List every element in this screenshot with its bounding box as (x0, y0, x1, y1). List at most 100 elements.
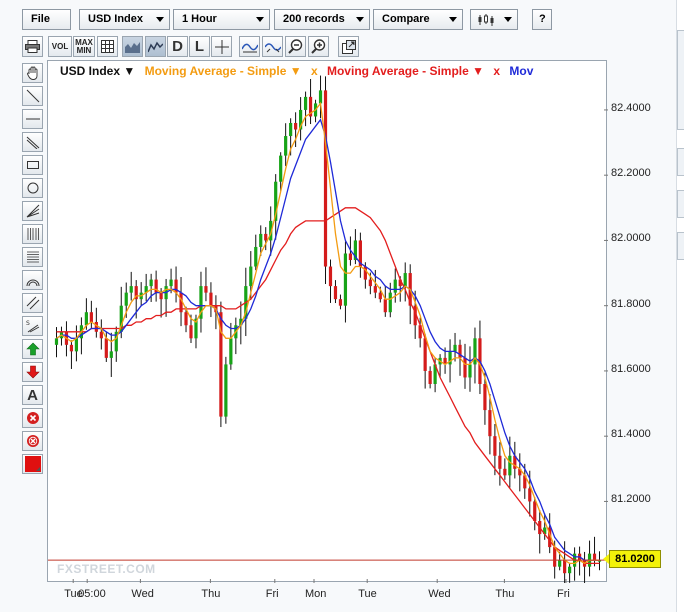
candle-down (69, 344, 74, 352)
x-tick-label: 05:00 (78, 588, 106, 600)
candle-up (393, 279, 397, 293)
legend-ma-slow[interactable]: Moving Average - Simple ▼ (327, 64, 484, 78)
fxstreet-watermark: FXSTREET.COM (57, 562, 156, 576)
crosshair-icon (214, 39, 229, 54)
mountain-chart-toggle[interactable] (145, 36, 166, 57)
ray-line-icon (26, 136, 39, 149)
horizontal-line-tool[interactable] (22, 109, 43, 129)
sell-arrow-tool[interactable] (22, 362, 43, 382)
symbol-dropdown[interactable]: USD Index (79, 9, 170, 30)
side-panel-tab[interactable] (677, 148, 684, 176)
candle-down (338, 299, 343, 306)
zoom-in-button[interactable] (308, 36, 329, 57)
printer-icon (25, 40, 40, 53)
candle-down (592, 553, 597, 561)
zoom-range-button[interactable] (262, 36, 283, 57)
y-tick-label: 82.2000 (611, 167, 651, 180)
daily-toggle[interactable]: D (167, 36, 188, 57)
trendline-tool[interactable] (22, 86, 43, 106)
ray-tool[interactable] (22, 132, 43, 152)
buy-arrow-tool[interactable] (22, 339, 43, 359)
sr-lines-icon: S (26, 320, 39, 333)
chart-type-dropdown[interactable] (470, 9, 518, 30)
fibonacci-time-tool[interactable] (22, 224, 43, 244)
chevron-down-icon (504, 17, 512, 22)
volume-toggle[interactable]: VOL (48, 36, 72, 57)
area-chart-toggle[interactable] (122, 36, 143, 57)
support-resistance-tool[interactable]: S (22, 316, 43, 336)
hand-icon (26, 66, 37, 80)
candle-up (343, 253, 348, 306)
fibonacci-retracement-tool[interactable] (22, 247, 43, 267)
legend-symbol[interactable]: USD Index ▼ (60, 64, 135, 78)
grid-toggle[interactable] (97, 36, 118, 57)
maxmin-toggle[interactable]: MAX MIN (73, 36, 95, 57)
candle-up (169, 279, 173, 287)
fan-lines-icon (26, 204, 39, 218)
candle-up (468, 364, 472, 378)
help-button[interactable]: ? (532, 9, 552, 30)
ma-mid-line (56, 118, 600, 561)
side-panel-tab[interactable] (677, 30, 684, 130)
delete-selected-tool[interactable] (22, 408, 43, 428)
fan-tool[interactable] (22, 201, 43, 221)
y-tick-label: 81.2000 (611, 493, 651, 506)
crosshair-toggle[interactable] (211, 36, 232, 57)
candle-down (104, 338, 108, 358)
log-toggle-label: L (194, 38, 205, 55)
zoom-in-icon (311, 39, 326, 54)
right-side-panel (676, 0, 684, 612)
daily-toggle-label: D (172, 38, 183, 55)
print-button[interactable] (22, 36, 43, 57)
x-tick-label: Thu (201, 588, 221, 600)
pan-tool[interactable] (22, 63, 43, 83)
candle-down (498, 455, 502, 469)
help-button-label: ? (539, 13, 546, 25)
arrow-up-icon (25, 342, 40, 356)
candle-down (533, 501, 537, 522)
legend-ma-fast[interactable]: Moving Average - Simple ▼ (145, 64, 302, 78)
candle-down (184, 312, 188, 326)
arc-tool[interactable] (22, 270, 43, 290)
legend-ma-mid[interactable]: Mov (509, 64, 533, 78)
candle-down (89, 312, 93, 322)
records-dropdown[interactable]: 200 records (274, 9, 370, 30)
legend-ma-fast-remove[interactable]: x (311, 64, 318, 78)
circle-icon (27, 182, 38, 194)
channel-tool[interactable] (22, 293, 43, 313)
arrow-down-icon (25, 365, 40, 379)
volume-toggle-label: VOL (51, 41, 69, 51)
delete-all-icon (26, 435, 39, 447)
maxmin-toggle-label: MAX MIN (75, 37, 93, 55)
candle-down (209, 292, 213, 306)
zoom-fit-button[interactable] (239, 36, 260, 57)
popout-button[interactable] (338, 36, 359, 57)
candle-down (488, 410, 492, 437)
legend-ma-slow-remove[interactable]: x (493, 64, 500, 78)
zoom-out-button[interactable] (285, 36, 306, 57)
wave-fit-icon (241, 43, 258, 52)
file-menu[interactable]: File (22, 9, 71, 30)
candle-down (94, 322, 98, 332)
ellipse-tool[interactable] (22, 178, 43, 198)
interval-dropdown[interactable]: 1 Hour (173, 9, 270, 30)
color-picker-tool[interactable] (22, 454, 43, 474)
horizontal-line-icon (25, 118, 40, 120)
y-tick-label: 81.6000 (611, 362, 651, 375)
delete-all-tool[interactable] (22, 431, 43, 451)
svg-text:S: S (26, 320, 30, 327)
log-toggle[interactable]: L (189, 36, 210, 57)
text-tool[interactable]: A (22, 385, 43, 405)
price-chart[interactable] (48, 61, 608, 585)
candle-down (383, 299, 387, 313)
x-tick-label: Thu (495, 588, 515, 600)
side-panel-tab[interactable] (677, 190, 684, 218)
compare-dropdown[interactable]: Compare (373, 9, 463, 30)
side-panel-tab[interactable] (677, 232, 684, 260)
candle-up (129, 286, 133, 293)
candlestick-icon (478, 14, 494, 26)
y-tick-label: 81.4000 (611, 428, 651, 441)
rectangle-tool[interactable] (22, 155, 43, 175)
chart-plot-area[interactable] (47, 60, 608, 585)
chart-application: File USD Index 1 Hour 200 records Compar… (0, 0, 684, 612)
